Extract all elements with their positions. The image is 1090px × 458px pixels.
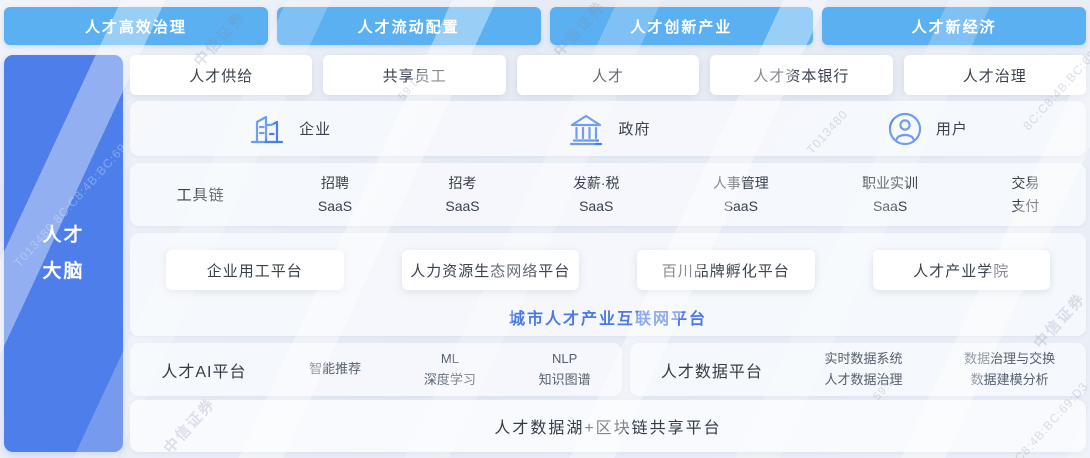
- toolchain-title: 工具链: [177, 184, 225, 205]
- bottom-bar-label: 人才数据湖+区块链共享平台: [494, 414, 721, 438]
- tab-talent-flow-allocation[interactable]: 人才流动配置: [277, 7, 541, 45]
- actor-enterprise: 企业: [248, 112, 331, 146]
- sidebar-talent-brain: 人才 大脑: [4, 55, 123, 452]
- box-talent-governance: 人才治理: [904, 55, 1086, 95]
- actor-label: 用户: [936, 118, 968, 139]
- box-shared-employees: 共享员工: [323, 55, 505, 95]
- toolchain-item-recruiting: 招聘SaaS: [318, 172, 352, 217]
- toolchain-panel: 工具链 招聘SaaS 招考SaaS 发薪·税SaaS 人事管理SaaS 职业实训…: [130, 163, 1086, 226]
- tab-talent-new-economy[interactable]: 人才新经济: [822, 7, 1086, 45]
- data-lake-blockchain-bar: 人才数据湖+区块链共享平台: [130, 400, 1086, 452]
- tab-talent-governance[interactable]: 人才高效治理: [4, 7, 268, 45]
- box-talent-supply: 人才供给: [130, 55, 312, 95]
- box-enterprise-employment-platform: 企业用工平台: [166, 250, 344, 290]
- ai-item-nlp-knowledge-graph: NLP知识图谱: [539, 349, 591, 391]
- ai-item-ml-deep-learning: ML深度学习: [424, 349, 476, 391]
- ai-platform-title: 人才AI平台: [161, 358, 246, 382]
- data-item-exchange-modeling: 数据治理与交换数据建模分析: [964, 349, 1055, 391]
- actor-label: 企业: [299, 118, 331, 139]
- actors-panel: 企业 政府: [130, 101, 1086, 156]
- platform-boxes: 企业用工平台 人力资源生态网络平台 百川品牌孵化平台 人才产业学院: [166, 250, 1050, 290]
- top-tab-row: 人才高效治理 人才流动配置 人才创新产业 人才新经济: [4, 7, 1086, 45]
- talent-platform-diagram: 中信证券 T013480 8C:C8:4B:BC:69:D3 中信证券 T013…: [0, 0, 1090, 458]
- data-item-realtime-governance: 实时数据系统人才数据治理: [824, 349, 902, 391]
- box-baichuan-brand-incubation-platform: 百川品牌孵化平台: [637, 250, 815, 290]
- sidebar-title: 人才 大脑: [42, 218, 84, 288]
- box-talent-capital-bank: 人才资本银行: [710, 55, 892, 95]
- ai-item-smart-recommendation: 智能推荐: [309, 359, 361, 380]
- user-icon: [887, 111, 923, 147]
- tab-talent-innovation-industry[interactable]: 人才创新产业: [550, 7, 814, 45]
- building-icon: [248, 112, 286, 146]
- toolchain-item-exam: 招考SaaS: [445, 172, 479, 217]
- box-talent-industry-academy: 人才产业学院: [873, 250, 1051, 290]
- platforms-panel: 企业用工平台 人力资源生态网络平台 百川品牌孵化平台 人才产业学院 城市人才产业…: [130, 233, 1086, 336]
- toolchain-item-hr-management: 人事管理SaaS: [713, 172, 769, 217]
- actor-label: 政府: [618, 118, 650, 139]
- ai-platform-panel: 人才AI平台 智能推荐 ML深度学习 NLP知识图谱: [130, 343, 622, 396]
- supply-row: 人才供给 共享员工 人才 人才资本银行 人才治理: [130, 55, 1086, 95]
- data-platform-title: 人才数据平台: [661, 358, 763, 382]
- actor-government: 政府: [567, 112, 650, 146]
- box-talent: 人才: [517, 55, 699, 95]
- actor-user: 用户: [887, 111, 968, 147]
- toolchain-item-trade-payment: 交易支付: [1011, 172, 1039, 217]
- toolchain-item-payroll-tax: 发薪·税SaaS: [573, 172, 620, 217]
- data-platform-panel: 人才数据平台 实时数据系统人才数据治理 数据治理与交换数据建模分析: [630, 343, 1086, 396]
- city-talent-internet-platform-caption: 城市人才产业互联网平台: [166, 305, 1050, 329]
- box-hr-ecosystem-network-platform: 人力资源生态网络平台: [402, 250, 580, 290]
- toolchain-item-vocational-training: 职业实训SaaS: [862, 172, 918, 217]
- government-icon: [567, 112, 605, 146]
